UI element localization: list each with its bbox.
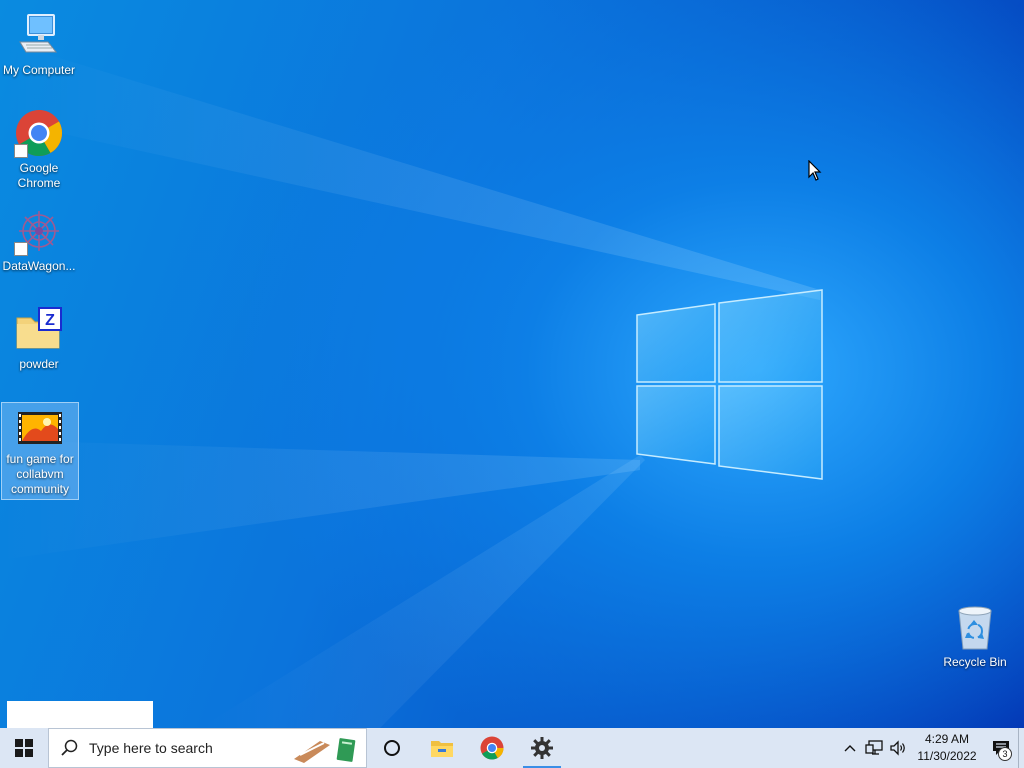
video-file-icon bbox=[15, 407, 65, 449]
desktop-icon-datawagon[interactable]: DataWagon... bbox=[0, 202, 78, 276]
search-input[interactable]: Type here to search bbox=[48, 728, 367, 768]
folder-icon bbox=[431, 741, 453, 757]
desktop-icon-label: DataWagon... bbox=[2, 259, 76, 273]
shortcut-arrow-icon bbox=[14, 144, 28, 158]
shortcut-arrow-icon bbox=[14, 242, 28, 256]
desktop-icon-recycle-bin[interactable]: Recycle Bin bbox=[936, 598, 1014, 672]
gear-icon bbox=[531, 737, 553, 759]
clock-date: 11/30/2022 bbox=[917, 749, 977, 763]
windows-logo-wallpaper bbox=[636, 289, 823, 480]
start-button[interactable] bbox=[0, 728, 48, 768]
chrome-icon bbox=[480, 736, 504, 760]
desktop-icon-my-computer[interactable]: My Computer bbox=[0, 6, 78, 80]
taskbar-chrome-button[interactable] bbox=[467, 728, 517, 768]
desktop-icon-fun-game[interactable]: fun game for collabvm community bbox=[1, 402, 79, 500]
desktop-icon-label: powder bbox=[19, 357, 59, 371]
svg-text:Z: Z bbox=[45, 312, 55, 329]
desktop-icon-powder[interactable]: Z powder bbox=[0, 300, 78, 374]
taskbar-clock[interactable]: 4:29 AM 11/30/2022 bbox=[910, 731, 984, 765]
computer-icon bbox=[14, 10, 64, 60]
notification-count-badge: 3 bbox=[998, 747, 1012, 761]
system-tray: 4:29 AM 11/30/2022 3 bbox=[838, 728, 1024, 768]
mouse-cursor-icon bbox=[808, 160, 822, 181]
search-highlight-decoration-icon bbox=[294, 738, 356, 763]
desktop-icon-google-chrome[interactable]: Google Chrome bbox=[0, 104, 78, 193]
search-icon bbox=[61, 739, 78, 756]
blank-popup-box bbox=[7, 701, 153, 729]
tray-network-button[interactable] bbox=[862, 728, 886, 768]
windows-logo-icon bbox=[15, 739, 33, 757]
wallpaper bbox=[0, 40, 823, 728]
tray-overflow-button[interactable] bbox=[838, 728, 862, 768]
clock-time: 4:29 AM bbox=[924, 732, 970, 746]
tray-volume-button[interactable] bbox=[886, 728, 910, 768]
taskbar-settings-button[interactable] bbox=[517, 728, 567, 768]
search-placeholder: Type here to search bbox=[89, 740, 213, 756]
desktop-icon-label: My Computer bbox=[2, 63, 76, 77]
powder-folder-icon: Z bbox=[14, 304, 64, 354]
cortana-icon bbox=[384, 740, 400, 756]
recycle-bin-icon bbox=[950, 602, 1000, 652]
taskbar-file-explorer-button[interactable] bbox=[417, 728, 467, 768]
taskbar-cortana-button[interactable] bbox=[367, 728, 417, 768]
action-center-button[interactable]: 3 bbox=[984, 728, 1018, 768]
taskbar: Type here to search 4:29 AM 11/30/2022 3 bbox=[0, 728, 1024, 768]
datawagon-icon bbox=[14, 206, 64, 256]
speaker-icon bbox=[890, 740, 905, 756]
chevron-up-icon bbox=[844, 745, 856, 752]
desktop-icon-label: Recycle Bin bbox=[943, 655, 1007, 669]
show-desktop-button[interactable] bbox=[1018, 728, 1024, 768]
desktop-icon-label: fun game for collabvm community bbox=[6, 452, 74, 496]
desktop-icon-label: Google Chrome bbox=[17, 161, 61, 190]
chrome-icon bbox=[14, 108, 64, 158]
network-icon bbox=[865, 740, 883, 755]
